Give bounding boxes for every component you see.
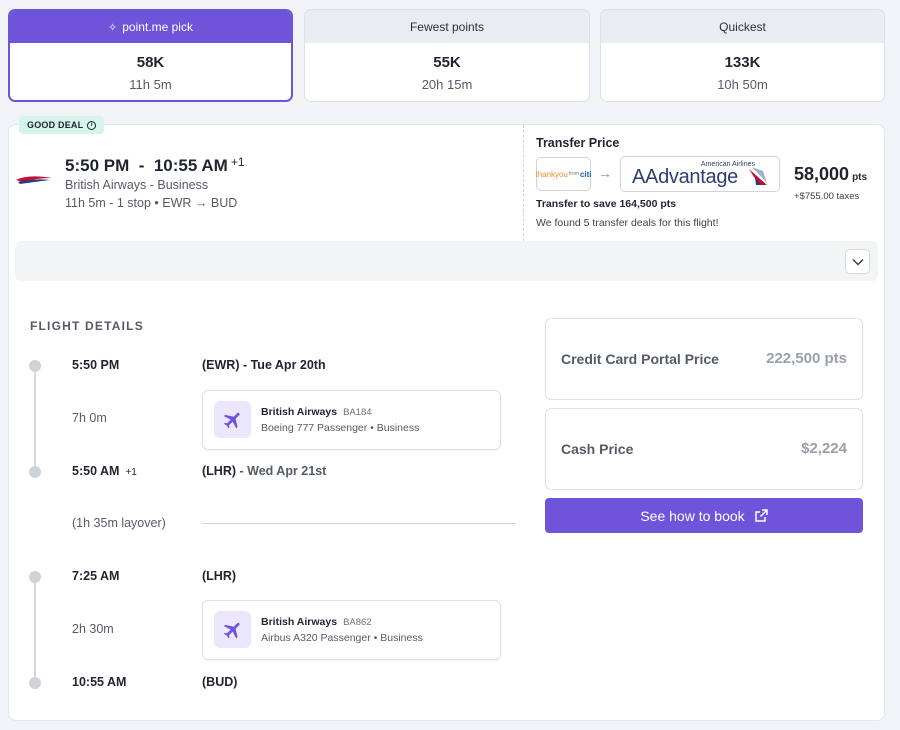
tab-label: point.me pick xyxy=(122,20,193,34)
aa-eagle-logo xyxy=(749,167,767,185)
divider xyxy=(523,125,524,241)
thankyou-citi-logo: thankyou from citi xyxy=(535,157,592,191)
flight-times: 5:50 PM - 10:55 AM +1 xyxy=(65,155,245,175)
segment-airline: British Airways xyxy=(261,406,338,418)
segment-card: British Airways BA862 Airbus A320 Passeng… xyxy=(202,600,501,660)
cash-price-box: Cash Price $2,224 xyxy=(545,408,863,490)
day-offset: +1 xyxy=(230,155,245,169)
timeline-line xyxy=(34,366,36,472)
tab-duration: 10h 50m xyxy=(717,77,768,92)
segment-duration: 2h 30m xyxy=(72,622,114,636)
stop-place: (BUD) xyxy=(202,675,238,689)
arrow-right-icon: → xyxy=(598,165,612,181)
expand-bar[interactable] xyxy=(15,241,878,281)
stop-place: (LHR) xyxy=(202,569,237,583)
flight-summary: 11h 5m - 1 stop • EWR → BUD xyxy=(65,196,238,210)
tab-duration: 11h 5m xyxy=(129,77,172,92)
timeline-dot xyxy=(29,360,41,372)
layover-divider xyxy=(202,523,516,524)
stop-time: 7:25 AM xyxy=(72,569,120,583)
british-airways-logo xyxy=(16,176,52,184)
transfer-points: 58,000 pts xyxy=(794,164,868,184)
tab-duration: 20h 15m xyxy=(421,77,473,92)
portal-price-box: Credit Card Portal Price 222,500 pts xyxy=(545,318,863,400)
timeline-dot xyxy=(29,466,41,478)
tab-label: Fewest points xyxy=(409,19,485,34)
tab-label: Quickest xyxy=(719,19,766,34)
sparkle-icon: ✧ xyxy=(108,21,118,34)
flight-number: BA862 xyxy=(343,617,372,628)
flight-details-title: FLIGHT DETAILS xyxy=(30,319,144,333)
portal-price-label: Credit Card Portal Price xyxy=(561,351,719,367)
transfer-deals-found: We found 5 transfer deals for this fligh… xyxy=(536,217,719,229)
segment-aircraft: Airbus A320 Passenger • Business xyxy=(261,632,423,644)
external-link-icon xyxy=(754,508,768,522)
see-how-to-book-button[interactable]: See how to book xyxy=(545,498,863,533)
tab-points: 133K xyxy=(724,54,761,71)
transfer-savings: Transfer to save 164,500 pts xyxy=(536,198,677,210)
cash-price-label: Cash Price xyxy=(561,441,634,457)
plane-icon xyxy=(223,622,240,638)
tab-quickest[interactable]: Quickest 133K 10h 50m xyxy=(600,9,885,102)
layover-duration: (1h 35m layover) xyxy=(72,516,166,530)
tab-pointme-pick[interactable]: ✧ point.me pick 58K 11h 5m xyxy=(8,9,293,102)
stop-place: (EWR) - Tue Apr 20th xyxy=(202,358,326,372)
flight-number: BA184 xyxy=(343,407,372,418)
segment-airline: British Airways xyxy=(261,616,338,628)
tab-points: 58K xyxy=(136,54,165,71)
stop-time: 5:50 PM xyxy=(72,358,120,372)
expand-button[interactable] xyxy=(845,249,870,274)
aadvantage-logo: American Airlines AAdvantage xyxy=(620,156,780,192)
stop-place: (LHR) - Wed Apr 21st xyxy=(202,464,327,478)
info-icon: i xyxy=(87,120,97,130)
segment-aircraft: Boeing 777 Passenger • Business xyxy=(261,422,420,434)
transfer-price-title: Transfer Price xyxy=(536,136,620,150)
airline-cabin: British Airways - Business xyxy=(65,178,209,192)
transfer-taxes: +$755.00 taxes xyxy=(794,191,860,202)
plane-icon xyxy=(223,412,240,428)
timeline-dot xyxy=(29,677,41,689)
stop-time: 10:55 AM xyxy=(72,675,127,689)
day-offset: +1 xyxy=(125,467,137,478)
segment-card: British Airways BA184 Boeing 777 Passenge… xyxy=(202,390,501,450)
tab-points: 55K xyxy=(433,54,461,71)
chevron-down-icon xyxy=(851,258,864,266)
timeline-dot xyxy=(29,571,41,583)
timeline-line xyxy=(34,577,36,683)
portal-price-value: 222,500 pts xyxy=(766,350,847,367)
cash-price-value: $2,224 xyxy=(801,440,847,457)
segment-duration: 7h 0m xyxy=(72,411,107,425)
tab-fewest-points[interactable]: Fewest points 55K 20h 15m xyxy=(304,9,590,102)
stop-time: 5:50 AM +1 xyxy=(72,464,137,478)
good-deal-badge[interactable]: GOOD DEAL i xyxy=(19,116,105,134)
